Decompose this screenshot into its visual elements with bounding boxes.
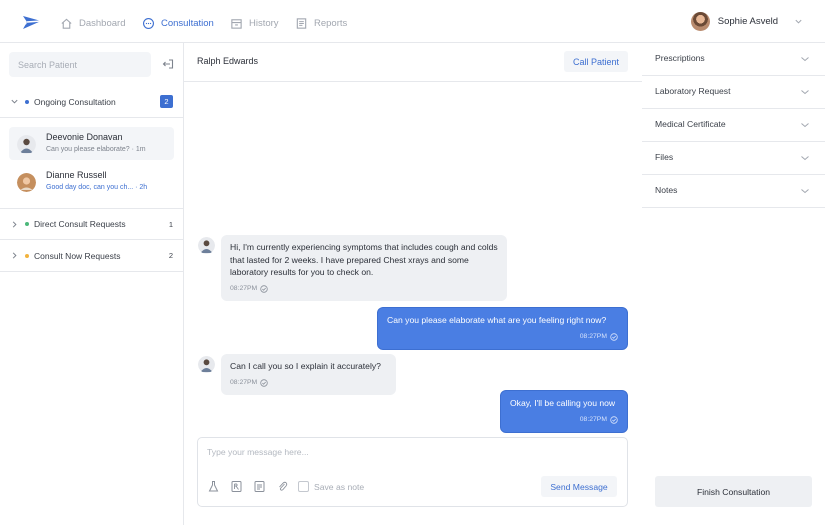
nav-dashboard[interactable]: Dashboard xyxy=(60,14,125,32)
accordion-label: Prescriptions xyxy=(655,53,705,63)
count-label: 1 xyxy=(168,219,173,229)
app-logo-icon[interactable] xyxy=(21,12,43,32)
chevron-right-icon xyxy=(12,252,17,259)
status-dot xyxy=(25,99,29,104)
outgoing-message: Okay, I'll be calling you now 08:27PM xyxy=(500,390,628,434)
patient-message-preview: Can you please elaborate? · 1m xyxy=(46,146,146,153)
check-circle-icon xyxy=(610,333,618,341)
accordion-label: Medical Certificate xyxy=(655,119,726,129)
home-icon xyxy=(61,18,72,29)
patient-name: Deevonie Donavan xyxy=(46,132,123,142)
save-as-note-checkbox[interactable] xyxy=(298,481,309,492)
message-input[interactable] xyxy=(207,447,617,463)
chevron-down-icon xyxy=(801,90,809,95)
chevron-right-icon xyxy=(12,220,17,228)
accordion-notes[interactable]: Notes xyxy=(642,175,825,208)
consultation-tools-panel: Prescriptions Laboratory Request Medical… xyxy=(642,43,825,525)
chat-panel: Ralph Edwards Call Patient Hi, I'm curre… xyxy=(184,43,642,525)
sender-avatar xyxy=(198,356,215,373)
patient-avatar xyxy=(17,135,36,154)
outgoing-message: Can you please elaborate what are you fe… xyxy=(377,307,628,351)
patient-item[interactable]: Deevonie Donavan Can you please elaborat… xyxy=(9,127,174,160)
group-label: Ongoing Consultation xyxy=(34,96,116,107)
user-name: Sophie Asveld xyxy=(717,16,778,27)
check-circle-icon xyxy=(260,285,268,293)
paperclip-icon[interactable] xyxy=(276,480,289,493)
message-time: 08:27PM xyxy=(387,331,618,344)
count-label: 2 xyxy=(168,251,173,260)
nav-reports-label: Reports xyxy=(314,17,348,29)
nav-reports[interactable]: Reports xyxy=(295,14,347,32)
group-label: Consult Now Requests xyxy=(34,250,121,261)
chat-header: Ralph Edwards Call Patient xyxy=(184,43,642,82)
certificate-icon[interactable] xyxy=(253,480,266,493)
group-direct-consult-requests[interactable]: Direct Consult Requests 1 xyxy=(0,208,183,240)
nav-dashboard-label: Dashboard xyxy=(79,17,126,29)
check-circle-icon xyxy=(610,416,618,424)
user-menu[interactable]: Sophie Asveld xyxy=(690,12,803,31)
message-time: 08:27PM xyxy=(510,414,618,427)
chevron-down-icon xyxy=(795,19,802,24)
save-as-note-label: Save as note xyxy=(314,482,365,492)
chat-patient-name: Ralph Edwards xyxy=(197,56,259,66)
document-icon xyxy=(296,17,307,29)
patient-list-panel: Ongoing Consultation 2 Deevonie Donavan … xyxy=(0,43,184,525)
patient-avatar xyxy=(17,173,36,192)
accordion-files[interactable]: Files xyxy=(642,142,825,175)
nav-history[interactable]: History xyxy=(230,14,279,32)
check-circle-icon xyxy=(260,379,268,387)
nav-history-label: History xyxy=(249,17,279,29)
message-composer: Save as note Send Message xyxy=(197,437,628,507)
accordion-laboratory-request[interactable]: Laboratory Request xyxy=(642,76,825,109)
patient-item[interactable]: Dianne Russell Good day doc, can you ch.… xyxy=(9,165,174,198)
archive-box-icon xyxy=(231,18,242,29)
group-label: Direct Consult Requests xyxy=(34,219,126,229)
message-text: Hi, I'm currently experiencing symptoms … xyxy=(230,242,498,278)
chevron-down-icon xyxy=(801,156,809,161)
count-badge: 2 xyxy=(160,95,173,108)
top-navigation-bar: Dashboard Consultation History Reports S… xyxy=(0,0,825,43)
incoming-message: Can I call you so I explain it accuratel… xyxy=(221,354,396,396)
message-time: 08:27PM xyxy=(230,377,387,390)
accordion-label: Laboratory Request xyxy=(655,86,731,96)
chevron-down-icon xyxy=(801,123,809,128)
logout-icon[interactable] xyxy=(161,57,175,71)
accordion-medical-certificate[interactable]: Medical Certificate xyxy=(642,109,825,142)
group-ongoing-consultation[interactable]: Ongoing Consultation 2 xyxy=(0,86,183,118)
sender-avatar xyxy=(198,237,215,254)
chevron-down-icon xyxy=(801,189,809,194)
chevron-down-icon xyxy=(11,99,18,104)
message-time: 08:27PM xyxy=(230,283,498,296)
chat-bubble-icon xyxy=(143,17,154,29)
call-patient-button[interactable]: Call Patient xyxy=(564,51,628,72)
message-text: Can I call you so I explain it accuratel… xyxy=(230,361,381,371)
search-patient-input[interactable] xyxy=(9,52,151,77)
group-consult-now-requests[interactable]: Consult Now Requests 2 xyxy=(0,240,183,272)
finish-consultation-button[interactable]: Finish Consultation xyxy=(655,476,812,507)
status-dot xyxy=(25,253,29,258)
accordion-prescriptions[interactable]: Prescriptions xyxy=(642,43,825,76)
nav-consultation[interactable]: Consultation xyxy=(142,14,214,32)
accordion-label: Files xyxy=(655,152,674,162)
lab-flask-icon[interactable] xyxy=(207,480,220,493)
message-text: Okay, I'll be calling you now xyxy=(510,398,616,408)
accordion-label: Notes xyxy=(655,185,678,195)
nav-consultation-label: Consultation xyxy=(161,17,214,29)
patient-message-preview: Good day doc, can you ch... · 2h xyxy=(46,184,148,191)
user-avatar xyxy=(690,12,710,31)
status-dot xyxy=(25,222,29,226)
patient-name: Dianne Russell xyxy=(46,170,107,180)
prescription-icon[interactable] xyxy=(230,480,243,493)
chevron-down-icon xyxy=(801,57,809,62)
send-message-button[interactable]: Send Message xyxy=(541,476,617,497)
message-text: Can you please elaborate what are you fe… xyxy=(387,315,607,325)
incoming-message: Hi, I'm currently experiencing symptoms … xyxy=(221,235,507,302)
